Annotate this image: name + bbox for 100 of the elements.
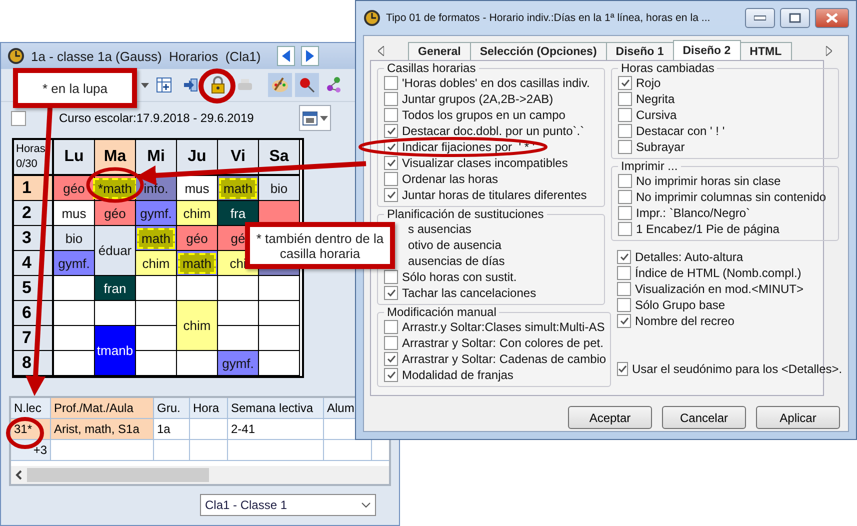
checkbox-label: Destacar con ' ! ': [636, 124, 725, 138]
column-header[interactable]: Hora: [190, 398, 228, 418]
lesson-cell[interactable]: tmanb: [95, 326, 136, 376]
window-title: 1a - classe 1a (Gauss) Horarios (Cla1): [31, 48, 261, 64]
checkbox[interactable]: [617, 282, 631, 296]
checkbox[interactable]: [384, 320, 398, 334]
header-label: Horas: [16, 142, 46, 157]
lesson-cell[interactable]: mus: [177, 176, 218, 201]
checkbox-label: Impr.: `Blanco/Negro`: [636, 206, 750, 220]
highlight-ring: [86, 167, 144, 203]
pin-button[interactable]: [295, 73, 319, 97]
checkbox[interactable]: [384, 188, 398, 202]
checkbox[interactable]: [384, 270, 398, 284]
tab[interactable]: Diseño 2: [672, 40, 741, 60]
lesson-cell[interactable]: bio: [54, 226, 95, 251]
horizontal-scrollbar[interactable]: [11, 466, 389, 484]
group-title: Casillas horarias: [386, 61, 477, 75]
school-year-label: Curso escolar:17.9.2018 - 29.6.2019: [59, 111, 255, 125]
grid-icon: [156, 77, 172, 93]
checkbox[interactable]: [384, 92, 398, 106]
scroll-thumb[interactable]: [27, 468, 209, 482]
chevron-down-icon: [361, 502, 371, 508]
lesson-cell[interactable]: chim: [177, 201, 218, 226]
lesson-cell[interactable]: chim: [177, 301, 218, 351]
tab[interactable]: Selección (Opciones): [470, 42, 607, 60]
checkbox[interactable]: [384, 124, 398, 138]
checkbox[interactable]: [384, 336, 398, 350]
checkbox[interactable]: [618, 92, 632, 106]
checkbox[interactable]: [384, 368, 398, 382]
column-header[interactable]: Prof./Mat./Aula: [51, 398, 154, 418]
group-title: Horas cambiadas: [620, 61, 716, 75]
lesson-cell[interactable]: mus: [54, 201, 95, 226]
checkbox[interactable]: [618, 206, 632, 220]
note-tooltip: * también dentro de la casilla horaria: [245, 222, 395, 269]
triangle-left-icon[interactable]: [378, 46, 384, 56]
palette-button[interactable]: [268, 73, 292, 97]
day-header[interactable]: Lu: [54, 140, 95, 176]
checkbox[interactable]: [384, 76, 398, 90]
previous-button[interactable]: [276, 46, 295, 66]
day-header[interactable]: Ma: [95, 140, 136, 176]
check-icon: [620, 79, 630, 87]
lesson-cell[interactable]: gymf.: [136, 201, 177, 226]
tab[interactable]: HTML: [740, 42, 792, 60]
checkbox[interactable]: [384, 156, 398, 170]
checkbox[interactable]: [11, 110, 26, 126]
connections-icon: [325, 76, 343, 94]
checkbox[interactable]: [617, 266, 631, 280]
lesson-cell[interactable]: chim: [136, 251, 177, 276]
lesson-cell[interactable]: gymf.: [54, 251, 95, 276]
tab[interactable]: Diseño 1: [606, 42, 674, 60]
caret-icon[interactable]: [141, 82, 149, 88]
triangle-left-icon: [282, 50, 290, 62]
checkbox[interactable]: [618, 174, 632, 188]
column-header[interactable]: Gru.: [154, 398, 190, 418]
checkbox-label: Sólo horas con sustit.: [402, 270, 517, 284]
lesson-cell[interactable]: fra: [218, 201, 259, 226]
column-header[interactable]: Semana lectiva: [228, 398, 324, 418]
dialog-button[interactable]: Aplicar: [756, 406, 840, 429]
minimize-icon: [754, 15, 766, 21]
checkbox-label: Usar el seudónimo para los <Detalles>.: [632, 362, 842, 376]
minimize-button[interactable]: [745, 8, 775, 28]
lesson-cell[interactable]: fran: [95, 276, 136, 301]
next-button[interactable]: [300, 46, 319, 66]
class-select[interactable]: Cla1 - Classe 1: [200, 494, 376, 516]
checkbox-label: 'Horas dobles' en dos casillas indiv.: [402, 76, 590, 90]
lesson-cell[interactable]: géo: [95, 201, 136, 226]
lesson-cell[interactable]: éduar: [95, 226, 136, 276]
tab[interactable]: General: [408, 42, 471, 60]
checkbox[interactable]: [617, 362, 628, 376]
select-value: Cla1 - Classe 1: [205, 498, 288, 512]
maximize-button[interactable]: [780, 8, 810, 28]
checkbox-label: Modalidad de franjas: [402, 368, 514, 382]
checkbox[interactable]: [618, 76, 632, 90]
calendar-button[interactable]: [299, 105, 331, 131]
arrow-icon: [183, 77, 199, 93]
close-button[interactable]: [815, 8, 849, 28]
checkbox[interactable]: [618, 124, 632, 138]
chevron-left-icon[interactable]: [15, 470, 23, 480]
checkbox[interactable]: [617, 298, 631, 312]
checkbox[interactable]: [617, 314, 631, 328]
checkbox-label: otivo de ausencia: [408, 238, 502, 252]
empty-cell[interactable]: [136, 326, 177, 351]
checkbox[interactable]: [618, 140, 632, 154]
checkbox[interactable]: [384, 352, 398, 366]
column-header[interactable]: N.lec: [11, 398, 51, 418]
checkbox[interactable]: [617, 250, 631, 264]
dialog-button[interactable]: Cancelar: [662, 406, 746, 429]
checkbox-label: Juntar grupos (2A,2B->2AB): [402, 92, 554, 106]
lesson-cell[interactable]: gymf.: [218, 351, 259, 376]
checkbox[interactable]: [384, 286, 398, 300]
dialog-button[interactable]: Aceptar: [568, 406, 652, 429]
lesson-cell[interactable]: géo: [177, 226, 218, 251]
checkbox[interactable]: [384, 172, 398, 186]
checkbox[interactable]: [384, 108, 398, 122]
triangle-right-icon[interactable]: [826, 46, 832, 56]
checkbox[interactable]: [618, 190, 632, 204]
checkbox[interactable]: [618, 108, 632, 122]
checkbox-label: Subrayar: [636, 140, 685, 154]
checkbox[interactable]: [618, 222, 632, 236]
lesson-cell[interactable]: bio: [259, 176, 300, 201]
